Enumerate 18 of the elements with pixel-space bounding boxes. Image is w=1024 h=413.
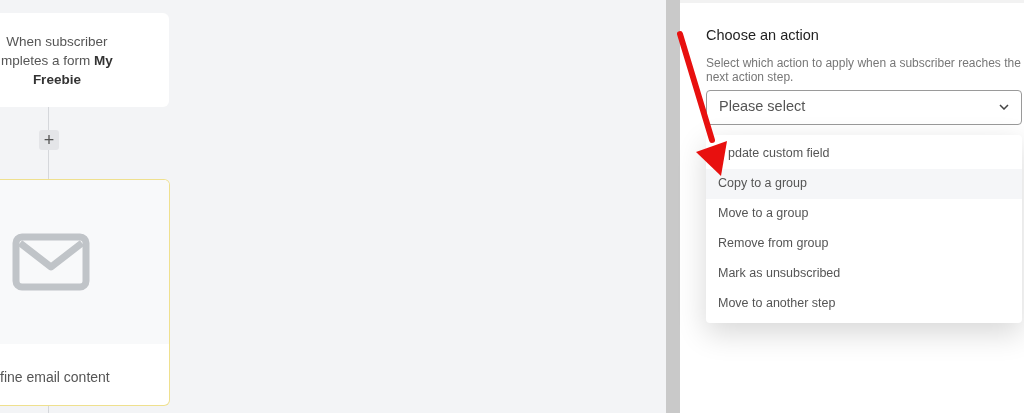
trigger-text: When subscriber mpletes a form My Freebie	[1, 32, 113, 89]
panel-description: Select which action to apply when a subscriber reaches the next action step.	[706, 55, 1022, 84]
dropdown-option[interactable]: Remove from group	[706, 228, 1022, 259]
email-card-caption: fine email content	[0, 368, 111, 387]
envelope-icon	[12, 233, 90, 291]
chevron-icon	[999, 104, 1009, 111]
panel-title: Choose an action	[706, 26, 820, 45]
splitter-bar[interactable]	[666, 0, 680, 413]
dropdown-option[interactable]: Move to a group	[706, 198, 1022, 229]
dropdown-option[interactable]: Mark as unsubscribed	[706, 258, 1022, 289]
action-select[interactable]: Please select	[706, 89, 1022, 125]
select-placeholder: Please select	[719, 97, 806, 117]
dropdown-option[interactable]: Move to another step	[706, 288, 1022, 319]
trigger-card[interactable]: When subscriber mpletes a form My Freebie	[0, 13, 169, 107]
add-step-button[interactable]: +	[39, 130, 59, 150]
dropdown-option[interactable]: Copy to a group	[706, 168, 1022, 199]
email-card[interactable]: fine email content	[0, 179, 170, 406]
dropdown-option[interactable]: pdate custom field	[728, 138, 1022, 169]
